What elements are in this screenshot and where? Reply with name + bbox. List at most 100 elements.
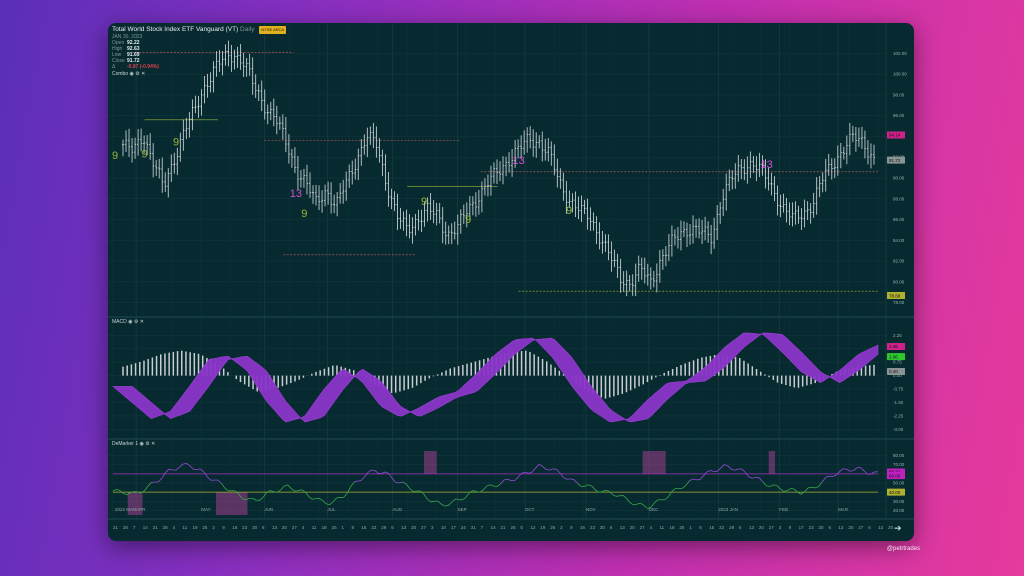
macd-tick: -0.75 — [893, 387, 904, 392]
demarker-line — [123, 493, 128, 496]
chart-legend: Total World Stock Index ETF Vanguard (VT… — [112, 26, 287, 77]
interval-label[interactable]: Daily — [240, 26, 254, 33]
day-label: 9 — [222, 525, 225, 530]
macd-label[interactable]: MACD — [112, 319, 127, 325]
close-icon[interactable]: ✕ — [141, 71, 145, 77]
demarker-line — [629, 502, 634, 506]
demarker-line — [252, 497, 257, 501]
gear-icon[interactable]: ⚙ — [145, 441, 149, 447]
demarker-exhaustion-box — [215, 492, 248, 515]
go-to-realtime-arrow-icon[interactable]: ➔ — [894, 523, 902, 534]
macd-tick: 0.75 — [893, 360, 902, 365]
macd-badge-text: 1.46 — [889, 344, 898, 349]
month-label: FEB — [779, 507, 788, 512]
eye-icon[interactable]: ◉ — [130, 71, 134, 77]
day-label: 21 — [113, 525, 119, 530]
day-label: 27 — [858, 525, 864, 530]
demarker-line — [776, 485, 781, 490]
demarker-line — [682, 485, 687, 489]
month-label: NOV — [586, 507, 596, 512]
day-label: 23 — [590, 525, 596, 530]
day-label: 28 — [123, 525, 129, 530]
demarker-line — [465, 492, 470, 498]
demarker-line — [462, 497, 467, 501]
demarker-line — [469, 490, 474, 494]
td-count-label: 9 — [112, 150, 118, 162]
demarker-line — [626, 497, 631, 503]
indicator-tag[interactable]: Combo — [112, 71, 128, 77]
day-label: 22 — [371, 525, 377, 530]
day-label: 19 — [540, 525, 546, 530]
month-label: OCT — [525, 507, 535, 512]
day-label: 6 — [828, 525, 831, 530]
demarker-line — [165, 468, 170, 473]
day-label: 11 — [312, 525, 317, 530]
day-label: 16 — [232, 525, 238, 530]
demarker-line — [633, 503, 638, 506]
month-label: JUL — [327, 507, 335, 512]
day-label: 27 — [421, 525, 427, 530]
demarker-tick: 70.00 — [893, 462, 905, 467]
demarker-line — [360, 476, 365, 481]
demarker-line — [507, 478, 512, 482]
demarker-line — [731, 468, 735, 471]
day-label: 12 — [530, 525, 536, 530]
price-tick: 86.00 — [893, 217, 905, 222]
price-badge-text: 78.68 — [889, 293, 901, 298]
day-label: 20 — [630, 525, 636, 530]
day-label: 29 — [729, 525, 735, 530]
demarker-line — [577, 483, 582, 487]
td-count-label: 9 — [141, 148, 147, 160]
month-label: DEC — [649, 507, 659, 512]
demarker-line — [636, 502, 641, 505]
day-label: 21 — [153, 525, 159, 530]
day-label: 14 — [491, 525, 497, 530]
month-label: SEP — [458, 507, 467, 512]
day-label: 21 — [501, 525, 507, 530]
demarker-line — [860, 467, 865, 472]
eye-icon[interactable]: ◉ — [128, 319, 132, 325]
day-label: 24 — [461, 525, 467, 530]
demarker-line — [353, 480, 358, 483]
day-label: 6 — [868, 525, 871, 530]
close-icon[interactable]: ✕ — [140, 319, 144, 325]
gear-icon[interactable]: ⚙ — [134, 319, 138, 325]
day-label: 9 — [789, 525, 792, 530]
day-label: 6 — [391, 525, 394, 530]
demarker-line — [144, 485, 149, 492]
macd-tick: -1.50 — [893, 400, 904, 405]
price-badge-text: 94.14 — [889, 133, 901, 138]
demarker-legend: DeMarker 1 ◉ ⚙ ✕ — [112, 441, 155, 447]
demarker-line — [175, 467, 180, 471]
td-count-label: 13 — [512, 155, 524, 167]
demarker-line — [748, 476, 753, 479]
demarker-label[interactable]: DeMarker 1 — [112, 441, 138, 447]
day-label: 11 — [660, 525, 665, 530]
eye-icon[interactable]: ◉ — [140, 441, 144, 447]
demarker-line — [504, 478, 508, 481]
demarker-line — [371, 469, 376, 471]
day-label: 23 — [809, 525, 815, 530]
day-label: 28 — [163, 525, 169, 530]
demarker-line — [294, 490, 299, 492]
demarker-line — [189, 465, 194, 470]
demarker-line — [392, 478, 397, 483]
day-label: 18 — [322, 525, 328, 530]
chart-title: Total World Stock Index ETF Vanguard (VT… — [112, 26, 239, 33]
demarker-line — [528, 471, 533, 474]
day-label: 4 — [650, 525, 653, 530]
day-label: 30 — [252, 525, 258, 530]
day-label: 3 — [779, 525, 782, 530]
gear-icon[interactable]: ⚙ — [135, 71, 139, 77]
month-label: MAR — [838, 507, 849, 512]
close-icon[interactable]: ✕ — [151, 441, 155, 447]
demarker-line — [112, 488, 117, 492]
day-label: 3 — [431, 525, 434, 530]
day-label: 13 — [272, 525, 278, 530]
demarker-badge-text: 40.00 — [889, 490, 901, 495]
ohlc-label: Δ — [112, 64, 116, 70]
day-label: 20 — [759, 525, 765, 530]
demarker-line — [486, 484, 491, 487]
price-tick: 82.00 — [893, 259, 905, 264]
demarker-line — [482, 485, 488, 491]
